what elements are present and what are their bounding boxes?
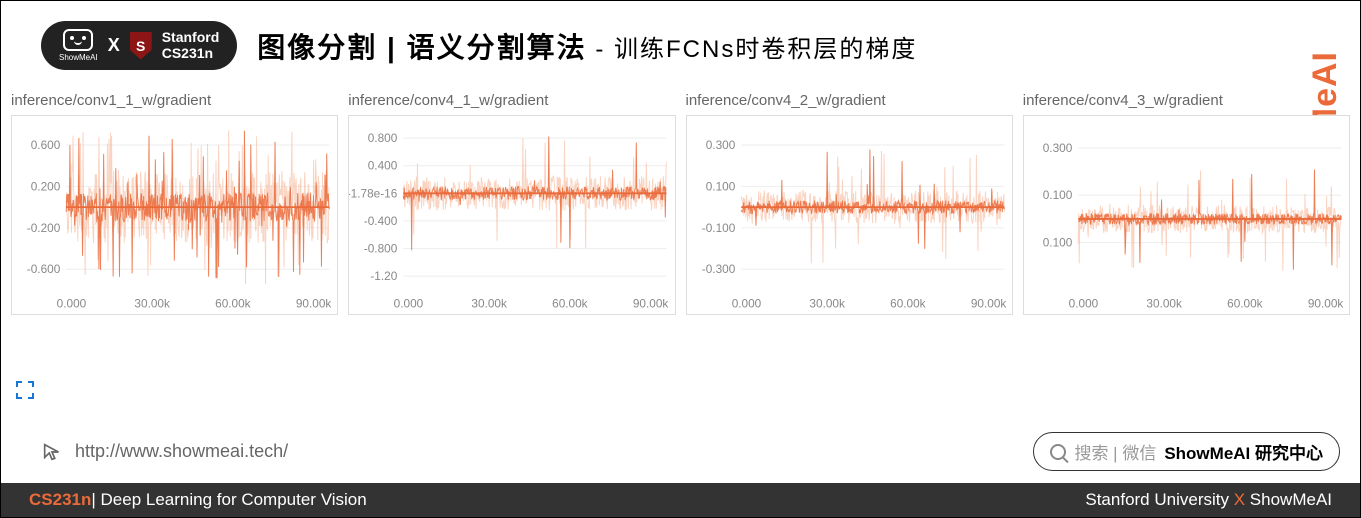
footer-x: X bbox=[1229, 490, 1250, 509]
footer-stanford: Stanford University bbox=[1085, 490, 1229, 509]
svg-text:0.000: 0.000 bbox=[731, 297, 761, 311]
chart-title: inference/conv1_1_w/gradient bbox=[11, 90, 338, 115]
course-code: CS231n bbox=[162, 46, 220, 61]
svg-text:60.00k: 60.00k bbox=[890, 297, 926, 311]
chart-title: inference/conv4_3_w/gradient bbox=[1023, 90, 1350, 115]
footer-course-sub: | Deep Learning for Computer Vision bbox=[91, 490, 366, 509]
title-main: 图像分割 | 语义分割算法 bbox=[257, 32, 586, 63]
chart-title: inference/conv4_1_w/gradient bbox=[348, 90, 675, 115]
chart-4: inference/conv4_3_w/gradient 0.1000.1000… bbox=[1023, 90, 1350, 315]
footer-right: Stanford University X ShowMeAI bbox=[1085, 490, 1332, 510]
header: ShowMeAI X S Stanford CS231n 图像分割 | 语义分割… bbox=[1, 1, 1360, 80]
url-text[interactable]: http://www.showmeai.tech/ bbox=[75, 441, 288, 462]
svg-text:0.100: 0.100 bbox=[1042, 236, 1072, 250]
url-box: http://www.showmeai.tech/ bbox=[41, 441, 288, 463]
svg-text:60.00k: 60.00k bbox=[215, 297, 251, 311]
svg-text:-0.200: -0.200 bbox=[27, 221, 61, 235]
svg-text:-1.20: -1.20 bbox=[371, 269, 398, 283]
title-sub: - 训练FCNs时卷积层的梯度 bbox=[587, 36, 918, 63]
expand-icon[interactable] bbox=[16, 381, 34, 399]
svg-text:90.00k: 90.00k bbox=[1308, 297, 1344, 311]
chart-canvas: 0.100 0.100 0.300 0.000 30.00k 60.00k 90.00k bbox=[1023, 115, 1350, 315]
search-hint: 搜索 | 微信 bbox=[1074, 439, 1156, 464]
cursor-icon bbox=[41, 441, 63, 463]
svg-text:60.00k: 60.00k bbox=[1227, 297, 1263, 311]
svg-text:0.300: 0.300 bbox=[705, 138, 735, 152]
chart-1: inference/conv1_1_w/gradient -0.600 -0.20… bbox=[11, 90, 338, 315]
svg-text:90.00k: 90.00k bbox=[633, 297, 669, 311]
svg-text:0.000: 0.000 bbox=[1068, 297, 1098, 311]
showmeai-logo-icon: ShowMeAI bbox=[59, 29, 98, 62]
svg-text:-0.600: -0.600 bbox=[27, 262, 61, 276]
svg-text:30.00k: 30.00k bbox=[809, 297, 845, 311]
chart-canvas: -1.20 -0.800 -0.400 -1.78e-16 0.400 0.800 0.00… bbox=[348, 115, 675, 315]
svg-text:-0.400: -0.400 bbox=[364, 214, 398, 228]
svg-text:90.00k: 90.00k bbox=[970, 297, 1006, 311]
svg-text:90.00k: 90.00k bbox=[296, 297, 332, 311]
chart-canvas: -0.600 -0.200 0.200 0.600 0.000 30.00k 60.00k 9… bbox=[11, 115, 338, 315]
svg-text:0.000: 0.000 bbox=[57, 297, 87, 311]
footer-bar: CS231n| Deep Learning for Computer Visio… bbox=[1, 483, 1360, 517]
svg-text:0.100: 0.100 bbox=[1042, 188, 1072, 202]
svg-text:-1.78e-16: -1.78e-16 bbox=[349, 186, 398, 200]
svg-text:0.100: 0.100 bbox=[705, 179, 735, 193]
svg-text:-0.100: -0.100 bbox=[701, 221, 735, 235]
svg-text:0.400: 0.400 bbox=[368, 159, 398, 173]
svg-text:0.800: 0.800 bbox=[368, 131, 398, 145]
svg-text:-0.300: -0.300 bbox=[701, 262, 735, 276]
badge-x: X bbox=[108, 35, 120, 56]
svg-text:0.300: 0.300 bbox=[1042, 141, 1072, 155]
footer-showmeai: ShowMeAI bbox=[1250, 490, 1332, 509]
footer-left: CS231n| Deep Learning for Computer Visio… bbox=[29, 490, 367, 510]
stanford-shield-icon: S bbox=[130, 32, 152, 60]
footer-top: http://www.showmeai.tech/ 搜索 | 微信 ShowMe… bbox=[1, 432, 1360, 479]
stanford-label: Stanford bbox=[162, 30, 220, 45]
brand-badge: ShowMeAI X S Stanford CS231n bbox=[41, 21, 237, 70]
svg-text:30.00k: 30.00k bbox=[1146, 297, 1182, 311]
svg-text:0.600: 0.600 bbox=[31, 138, 61, 152]
svg-text:30.00k: 30.00k bbox=[472, 297, 508, 311]
chart-2: inference/conv4_1_w/gradient -1.20 -0.800… bbox=[348, 90, 675, 315]
charts-row: inference/conv1_1_w/gradient -0.600 -0.20… bbox=[1, 80, 1360, 315]
footer-course: CS231n bbox=[29, 490, 91, 509]
chart-title: inference/conv4_2_w/gradient bbox=[686, 90, 1013, 115]
search-pill[interactable]: 搜索 | 微信 ShowMeAI 研究中心 bbox=[1033, 432, 1340, 471]
search-icon bbox=[1050, 444, 1066, 460]
svg-text:30.00k: 30.00k bbox=[134, 297, 170, 311]
svg-text:-0.800: -0.800 bbox=[364, 241, 398, 255]
svg-text:60.00k: 60.00k bbox=[552, 297, 588, 311]
svg-text:0.000: 0.000 bbox=[394, 297, 424, 311]
chart-canvas: -0.300 -0.100 0.100 0.300 0.000 30.00k 60.00k 9… bbox=[686, 115, 1013, 315]
badge-text: Stanford CS231n bbox=[162, 30, 220, 61]
svg-text:0.200: 0.200 bbox=[31, 179, 61, 193]
page-title: 图像分割 | 语义分割算法 - 训练FCNs时卷积层的梯度 bbox=[257, 26, 917, 66]
search-bold: ShowMeAI 研究中心 bbox=[1164, 439, 1323, 464]
chart-3: inference/conv4_2_w/gradient -0.300 -0.10… bbox=[686, 90, 1013, 315]
